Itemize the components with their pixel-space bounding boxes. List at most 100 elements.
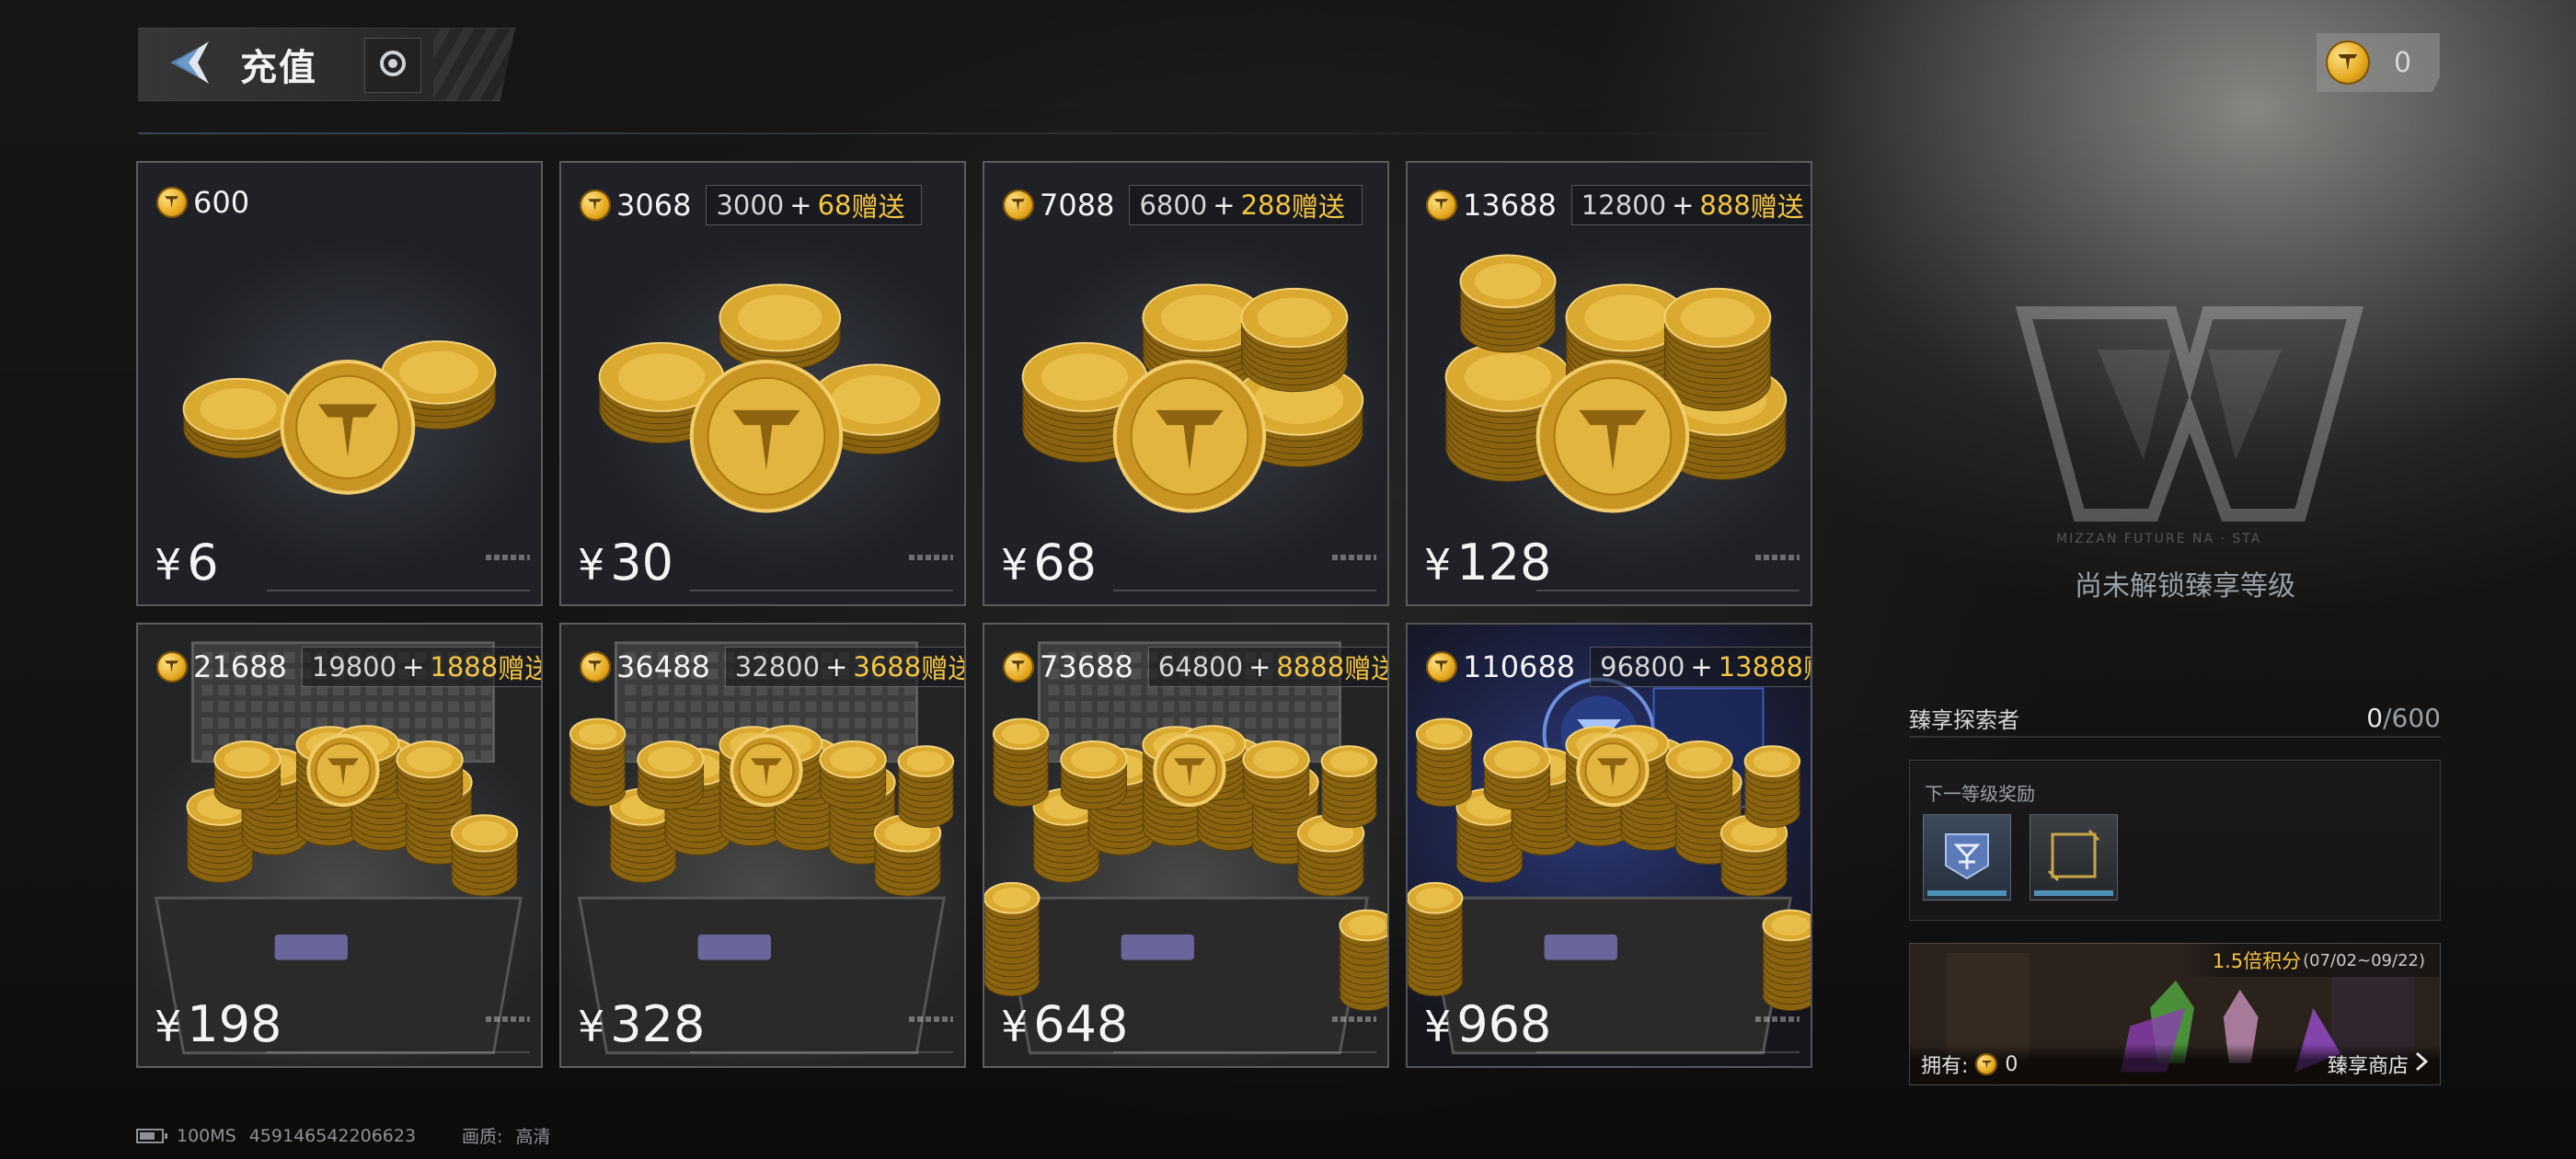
- uid-text: 459146542206623: [248, 1125, 417, 1146]
- page-title: 充值: [240, 47, 317, 89]
- reward-item-frame[interactable]: [2030, 814, 2118, 901]
- points-coin-icon: [1975, 1053, 1998, 1075]
- pack-base: 19800: [311, 651, 397, 683]
- pack-header: 36488 32800+3688赠送: [580, 647, 964, 687]
- card-decor-line: [1113, 590, 1376, 591]
- chevron-right-icon: [2414, 1051, 2429, 1077]
- vip-tier-row: 臻享探索者 0/600: [1909, 699, 2441, 736]
- coin-icon: [1426, 651, 1457, 683]
- badge-reward-icon: [1940, 829, 1994, 886]
- currency-symbol: ¥: [1001, 540, 1029, 590]
- pack-header: 13688 12800 +888 赠送: [1426, 185, 1811, 225]
- pack-base: 96800: [1600, 651, 1685, 683]
- pack-bonus: 64800+8888赠送: [1147, 647, 1387, 687]
- coin-icon: [580, 651, 611, 683]
- pack-amount: 110688: [1463, 649, 1576, 684]
- pack-price-value: 128: [1456, 534, 1552, 591]
- currency-symbol: ¥: [155, 540, 182, 590]
- card-decor-tag: [1332, 1016, 1376, 1022]
- recharge-pack-card[interactable]: 73688 64800+8888赠送 ¥648: [983, 623, 1389, 1068]
- battery-icon: [136, 1128, 167, 1143]
- pack-bonus: 19800+1888赠送: [301, 647, 541, 687]
- quality-label: 画质:: [462, 1127, 503, 1147]
- pack-bonus: 3000 +68 赠送: [706, 185, 923, 225]
- plus-sign: +: [1248, 651, 1271, 683]
- pack-amount: 600: [193, 185, 250, 220]
- recharge-pack-card[interactable]: 600 ¥6: [136, 161, 543, 606]
- card-decor-tag: [1755, 555, 1800, 560]
- recharge-pack-card[interactable]: 110688 96800+13888赠送 ¥968: [1406, 623, 1812, 1068]
- coin-icon: [1003, 651, 1034, 683]
- ping-text: 100MS: [177, 1125, 236, 1146]
- pack-header: 7088 6800 +288 赠送: [1003, 185, 1363, 225]
- shop-link-label: 臻享商店: [2327, 1055, 2409, 1078]
- plus-sign: +: [1690, 651, 1713, 683]
- card-decor-tag: [909, 555, 953, 560]
- pack-gift-label: 赠送: [1344, 653, 1387, 684]
- recharge-pack-card[interactable]: 13688 12800 +888 赠送 ¥128: [1406, 161, 1812, 606]
- currency-symbol: ¥: [155, 1002, 182, 1051]
- currency-symbol: ¥: [578, 540, 605, 590]
- pack-gift-label: 赠送: [498, 653, 541, 684]
- pack-amount: 36488: [616, 649, 710, 684]
- pack-bonus-amount: 8888: [1276, 651, 1345, 683]
- pack-bonus-amount: 288: [1240, 189, 1292, 221]
- record-button[interactable]: [364, 38, 421, 93]
- shop-link[interactable]: 臻享商店: [2328, 1050, 2429, 1079]
- pack-base: 3000: [716, 189, 785, 221]
- tier-progress-current: 0: [2366, 702, 2384, 733]
- recharge-pack-card[interactable]: 36488 32800+3688赠送 ¥328: [559, 623, 966, 1068]
- card-decor-tag: [486, 555, 530, 560]
- pack-gift-label: 赠送: [921, 653, 964, 684]
- coin-icon: [1426, 189, 1457, 221]
- coin-icon: [2326, 40, 2370, 85]
- recharge-pack-card[interactable]: 21688 19800+1888赠送 ¥198: [136, 623, 543, 1068]
- pack-price: ¥968: [1424, 995, 1551, 1053]
- pack-bonus: 12800 +888 赠送: [1570, 185, 1811, 225]
- vip-shop-banner[interactable]: 1.5倍积分 (07/02~09/22) 拥有: 0 臻享商店: [1909, 943, 2441, 1085]
- reward-item-badge[interactable]: [1923, 814, 2011, 901]
- pack-gift-label: 赠送: [1803, 648, 1811, 686]
- currency-symbol: ¥: [1424, 1002, 1452, 1051]
- card-decor-line: [1536, 1051, 1800, 1053]
- pack-bonus-amount: 13888: [1718, 651, 1803, 683]
- currency-symbol: ¥: [1001, 1002, 1029, 1051]
- recharge-pack-card[interactable]: 3068 3000 +68 赠送 ¥30: [559, 161, 966, 606]
- plus-sign: +: [1672, 189, 1695, 221]
- shop-points: 拥有: 0: [1921, 1050, 2018, 1079]
- back-chevron-icon: [163, 36, 216, 93]
- tier-progress-max: /600: [2383, 702, 2441, 733]
- record-icon: [378, 49, 408, 82]
- card-decor-tag: [1755, 1016, 1800, 1022]
- pack-bonus: 6800 +288 赠送: [1129, 185, 1363, 225]
- pack-price: ¥198: [155, 995, 282, 1053]
- currency-symbol: ¥: [1424, 540, 1452, 590]
- pack-amount: 73688: [1040, 649, 1133, 684]
- coin-icon: [1003, 189, 1034, 221]
- pack-amount: 21688: [193, 649, 287, 684]
- promo-dates: (07/02~09/22): [2303, 950, 2425, 970]
- plus-sign: +: [402, 651, 425, 683]
- currency-amount: 0: [2394, 46, 2412, 79]
- pack-price-value: 328: [610, 995, 706, 1053]
- header-decoration: [433, 29, 515, 101]
- pack-price-value: 198: [187, 995, 282, 1053]
- next-tier-rewards: 下一等级奖励: [1909, 760, 2441, 921]
- pack-gift-label: 赠送: [1291, 191, 1345, 223]
- tier-progress: 0/600: [2366, 703, 2441, 733]
- pack-header: 110688 96800+13888赠送: [1426, 647, 1811, 687]
- status-bar: 100MS 459146542206623 画质: 高清: [136, 1123, 550, 1148]
- header-bar: 充值: [138, 28, 515, 101]
- pack-header: 73688 64800+8888赠送: [1003, 647, 1387, 687]
- pack-amount: 7088: [1040, 188, 1115, 223]
- pack-price: ¥6: [155, 534, 219, 591]
- pack-bonus-amount: 68: [817, 189, 852, 221]
- pack-price: ¥328: [578, 995, 705, 1053]
- pack-price-value: 30: [610, 534, 673, 591]
- back-button[interactable]: [139, 28, 240, 101]
- pack-price-value: 6: [187, 534, 219, 591]
- pack-base: 32800: [734, 651, 821, 683]
- recharge-pack-card[interactable]: 7088 6800 +288 赠送 ¥68: [983, 161, 1389, 606]
- pack-base: 64800: [1157, 651, 1244, 683]
- promo-text: 1.5倍积分: [2212, 950, 2302, 972]
